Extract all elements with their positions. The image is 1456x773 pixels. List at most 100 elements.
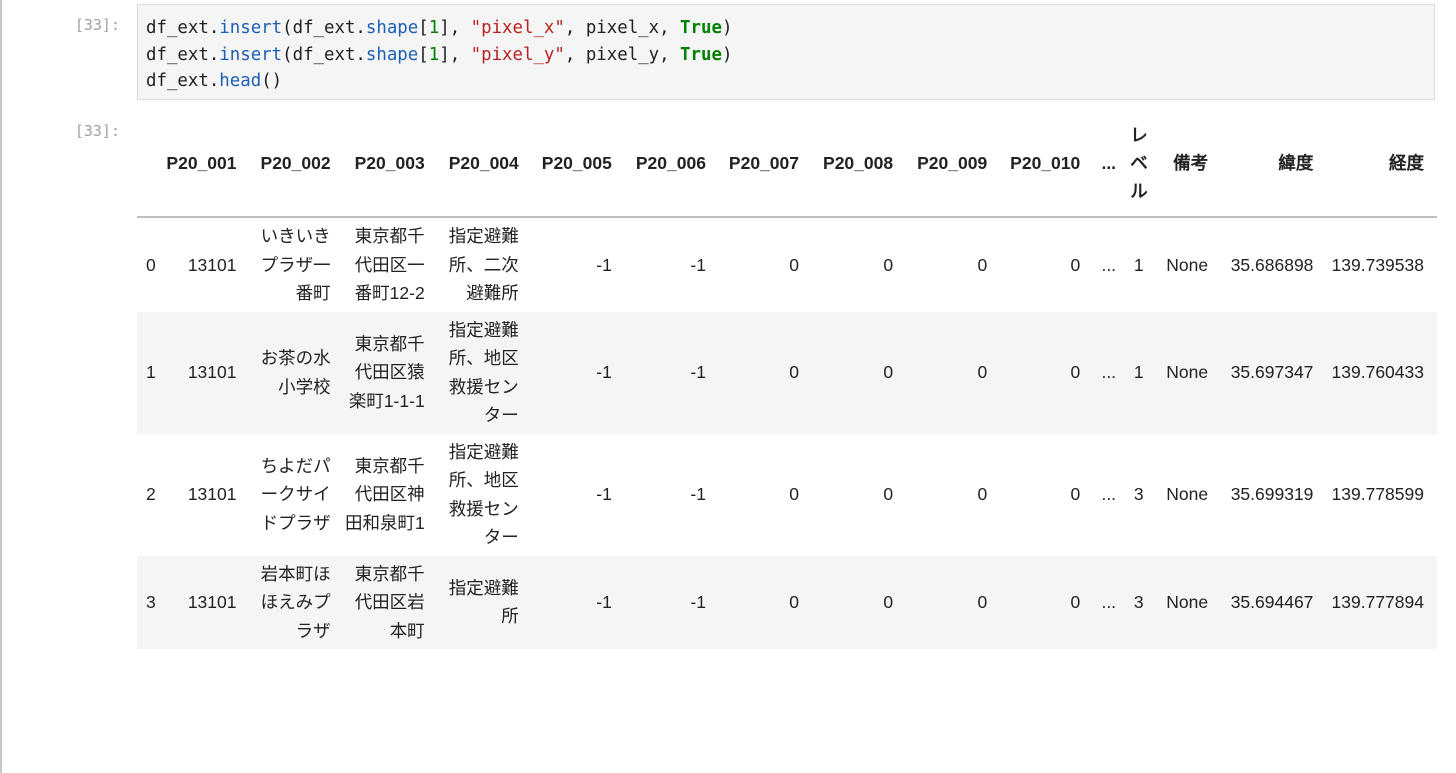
table-cell: ... [1101,592,1117,612]
table-cell: None [1166,592,1209,612]
column-header: 備考 [1156,110,1222,218]
table-cell: None [1166,254,1209,275]
table-cell: 指定避難所 [448,577,519,627]
column-header: P20_005 [531,110,625,218]
row-index: 0 [146,254,156,275]
table-cell: -1 [690,592,706,612]
table-cell: 0 [883,254,894,275]
column-header: P20_002 [249,110,344,218]
table-cell: 0 [977,592,988,612]
table-cell: -1 [596,254,612,275]
table-cell: -1 [690,484,706,505]
column-header: P20_001 [164,110,250,218]
column-header: P20_009 [906,110,1001,218]
table-cell: None [1166,362,1209,383]
code-token: , pixel_y, [564,44,681,65]
code-token-fn: shape [365,18,419,38]
table-cell: 0 [977,362,988,383]
table-cell: 岩本町ほほえみプラザ [260,563,331,641]
code-token: ], [439,18,471,38]
row-index: 2 [146,484,156,505]
code-text[interactable]: df_ext.insert(df_ext.shape[1], "pixel_x"… [138,5,1434,95]
table-cell: 13101 [187,254,237,275]
code-token-bool: True [680,18,722,38]
table-cell: 0 [789,592,799,612]
table-cell: 139.778599 [1331,484,1424,505]
column-header: P20_007 [718,110,812,218]
code-token: df_ext. [146,71,220,91]
code-token-fn: insert [219,44,283,65]
table-cell: 0 [789,362,799,383]
dataframe-table: P20_001 P20_002 P20_003 P20_004 P20_005 P20_0… [137,110,1437,649]
table-cell: 0 [789,484,799,505]
table-cell: 35.699319 [1230,484,1314,505]
table-cell: 指定避難所、地区救援センター [448,441,519,548]
table-cell: 35.697347 [1230,362,1314,383]
code-token-fn: insert [219,18,283,38]
table-cell: 0 [883,484,894,505]
column-header: P20_010 [1000,110,1094,218]
table-cell: 指定避難所、二次避難所 [448,226,519,303]
table-cell: 13101 [187,592,237,612]
table-cell: 0 [1070,484,1081,505]
table-cell: いきいきプラザ一番町 [260,226,331,303]
code-token-num: 1 [428,44,440,65]
table-cell: ... [1101,254,1117,275]
code-token: (df_ext. [282,18,366,38]
code-token: () [261,71,283,91]
code-token: [ [418,18,429,38]
table-cell: 3 [1133,592,1144,612]
code-token: ) [721,18,733,38]
code-token: (df_ext. [282,44,366,65]
table-cell: 0 [1070,254,1081,275]
code-token-fn: shape [365,44,419,65]
code-token: ], [439,44,471,65]
table-cell: -1 [690,362,706,383]
index-header [137,110,165,218]
row-index: 3 [146,592,156,612]
table-cell: ... [1101,484,1117,505]
code-cell-editor[interactable]: df_ext.insert(df_ext.shape[1], "pixel_x"… [137,4,1435,100]
code-token: df_ext. [146,18,220,38]
column-header: ... [1093,110,1130,218]
table-cell: -1 [690,254,706,275]
table-cell: -1 [596,484,612,505]
table-cell: ... [1101,362,1117,383]
table-cell: 139.777894 [1331,592,1424,612]
column-header: 経度 [1326,110,1437,218]
code-token-str: "pixel_x" [470,18,565,38]
code-token-str: "pixel_y" [470,44,565,65]
table-cell: 0 [1070,592,1081,612]
table-cell: 東京都千代田区神田和泉町1 [344,455,425,533]
table-cell: 0 [977,254,988,275]
table-cell: お茶の水小学校 [260,348,331,397]
table-cell: 東京都千代田区猿楽町1-1-1 [348,333,425,411]
column-header: P20_006 [624,110,719,218]
column-header: P20_004 [437,110,532,218]
column-header: P20_008 [812,110,907,218]
table-cell: 東京都千代田区岩本町 [354,563,425,641]
table-cell: 東京都千代田区一番町12-2 [354,226,425,303]
table-row: 0 13101 いきいきプラザ一番町 東京都千代田区一番町12-2 指定避難所、二次避難… [137,217,1437,312]
output-prompt: [33]: [74,122,120,140]
column-header: P20_003 [343,110,438,218]
table-cell: 35.694467 [1230,592,1314,612]
table-cell: -1 [596,592,612,612]
table-cell: 0 [1070,362,1081,383]
table-cell: 3 [1133,484,1144,505]
table-cell: 1 [1133,362,1144,383]
code-token: df_ext. [146,44,220,65]
table-cell: None [1166,484,1209,505]
code-token: [ [418,44,429,65]
cell-selection-rule [0,0,2,773]
column-header: レベル [1129,110,1157,218]
table-cell: 0 [977,484,988,505]
table-cell: 1 [1133,254,1144,275]
code-token-fn: head [219,71,262,91]
column-header: 緯度 [1221,110,1327,218]
table-row: 2 13101 ちよだパークサイドプラザ 東京都千代田区神田和泉町1 指定避難所、地区救… [137,434,1437,556]
table-row: 1 13101 お茶の水小学校 東京都千代田区猿楽町1-1-1 指定避難所、地区救援セン… [137,311,1437,434]
table-cell: -1 [596,362,612,383]
input-prompt: [33]: [74,16,120,34]
code-token-bool: True [680,44,722,65]
